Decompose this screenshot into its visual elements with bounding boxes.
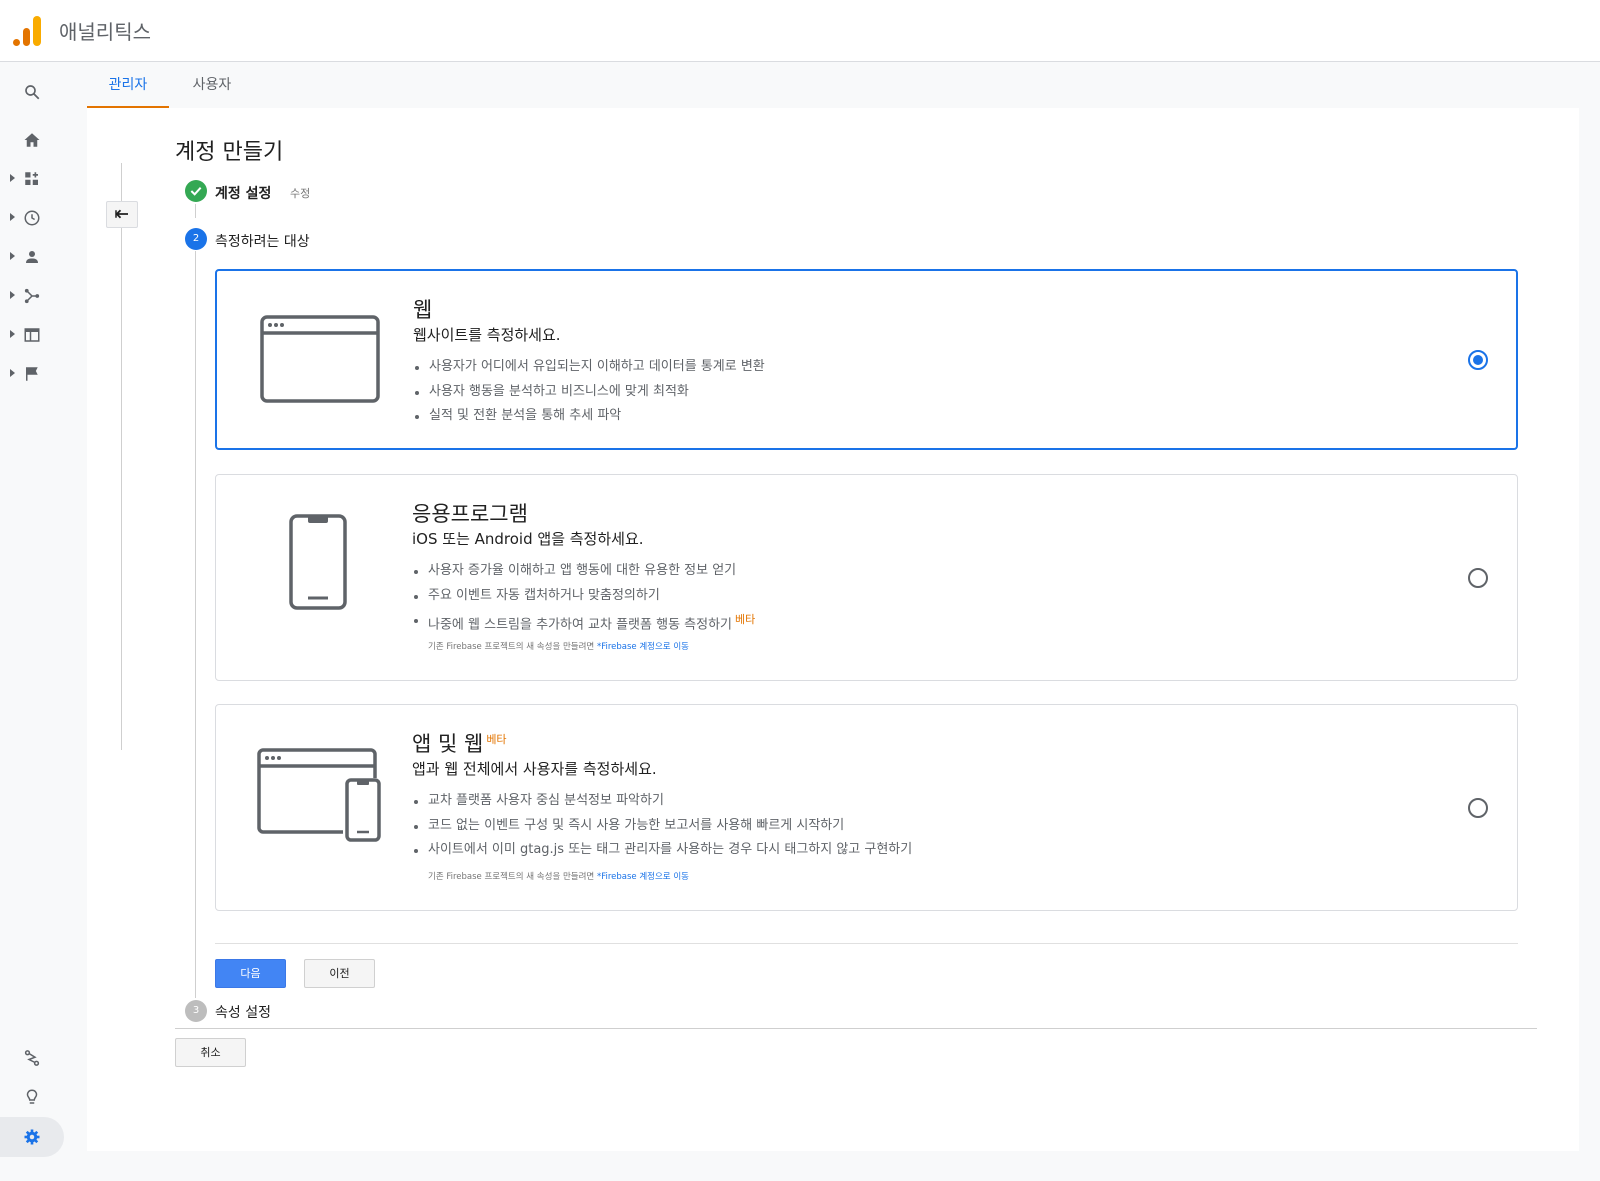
firebase-link[interactable]: *Firebase 계정으로 이동 [597, 642, 689, 652]
option-subtitle: 웹사이트를 측정하세요. [413, 326, 561, 344]
top-bar: 애널리틱스 [0, 0, 1600, 62]
list-item: 교차 플랫폼 사용자 중심 분석정보 파악하기 [412, 789, 912, 814]
step-connector [195, 251, 196, 998]
firebase-note-text: 기존 Firebase 프로젝트의 새 속성을 만들려면 [428, 642, 597, 652]
tab-user[interactable]: 사용자 [177, 62, 247, 108]
tab-admin[interactable]: 관리자 [87, 62, 169, 108]
attribution-nav-item[interactable] [0, 1038, 66, 1078]
main-content: 관리자 사용자 계정 만들기 계정 설정 수정 2 측정하려는 대상 웹 웹사이… [66, 62, 1600, 1181]
step-2-number-badge: 2 [185, 228, 207, 250]
attribution-icon [24, 1050, 40, 1066]
create-account-panel: 계정 만들기 계정 설정 수정 2 측정하려는 대상 웹 웹사이트를 측정하세요… [87, 108, 1579, 1151]
step-3-number-badge: 3 [185, 1000, 207, 1022]
list-item: 코드 없는 이벤트 구성 및 즉시 사용 가능한 보고서를 사용해 빠르게 시작… [412, 814, 912, 839]
step-2-label: 측정하려는 대상 [215, 234, 310, 250]
next-button[interactable]: 다음 [215, 959, 286, 988]
list-item-text: 나중에 웹 스트림을 추가하여 교차 플랫폼 행동 측정하기 [428, 617, 733, 633]
search-nav-item[interactable] [0, 72, 66, 112]
beta-badge: 베타 [486, 733, 507, 746]
cancel-button[interactable]: 취소 [175, 1038, 246, 1067]
option-title: 앱 및 웹 베타 [412, 728, 507, 758]
acquisition-icon [24, 288, 40, 304]
steps-bottom-divider [175, 1028, 1537, 1029]
option-title: 응용프로그램 [412, 502, 528, 526]
browser-and-phone-icon [257, 748, 381, 842]
beta-badge: 베타 [735, 613, 756, 626]
customization-nav-item[interactable] [0, 159, 66, 199]
realtime-icon [24, 210, 40, 226]
list-item: 주요 이벤트 자동 캡처하거나 맞춤정의하기 [412, 584, 755, 609]
panel-divider-line [121, 163, 122, 750]
previous-button[interactable]: 이전 [304, 959, 375, 988]
back-arrow-icon [115, 209, 128, 219]
list-item: 사이트에서 이미 gtag.js 또는 태그 관리자를 사용하는 경우 다시 태… [412, 838, 912, 863]
phone-icon [289, 514, 347, 610]
home-icon [24, 133, 40, 147]
conversions-nav-item[interactable] [0, 354, 66, 394]
realtime-nav-item[interactable] [0, 198, 66, 238]
discover-nav-item[interactable] [0, 1077, 66, 1117]
option-title-text: 앱 및 웹 [412, 732, 484, 756]
list-item: 사용자가 어디에서 유입되는지 이해하고 데이터를 통계로 변환 [413, 355, 765, 380]
behavior-icon [24, 328, 40, 342]
option-card-web[interactable]: 웹 웹사이트를 측정하세요. 사용자가 어디에서 유입되는지 이해하고 데이터를… [215, 269, 1518, 450]
audience-icon [26, 251, 38, 263]
option-card-app-and-web[interactable]: 앱 및 웹 베타 앱과 웹 전체에서 사용자를 측정하세요. 교차 플랫폼 사용자… [215, 704, 1518, 911]
option-card-app[interactable]: 응용프로그램 iOS 또는 Android 앱을 측정하세요. 사용자 증가율 … [215, 474, 1518, 681]
option-subtitle: iOS 또는 Android 앱을 측정하세요. [412, 530, 644, 548]
firebase-link[interactable]: *Firebase 계정으로 이동 [597, 872, 689, 882]
acquisition-nav-item[interactable] [0, 276, 66, 316]
option-radio-app[interactable] [1468, 568, 1488, 588]
list-item: 사용자 증가율 이해하고 앱 행동에 대한 유용한 정보 얻기 [412, 559, 755, 584]
left-nav [0, 62, 66, 1181]
step-connector [195, 204, 196, 218]
audience-nav-item[interactable] [0, 237, 66, 277]
browser-window-icon [260, 315, 380, 403]
option-bullet-list: 사용자 증가율 이해하고 앱 행동에 대한 유용한 정보 얻기 주요 이벤트 자… [412, 559, 755, 633]
step-1-complete-icon [185, 180, 207, 202]
search-icon [25, 85, 40, 100]
app-title: 애널리틱스 [59, 20, 151, 44]
step-actions-divider [215, 943, 1518, 944]
option-radio-web[interactable] [1468, 350, 1488, 370]
back-button[interactable] [106, 201, 138, 228]
step-1-label: 계정 설정 [215, 186, 272, 202]
admin-gear-icon [24, 1129, 40, 1145]
page-title: 계정 만들기 [175, 140, 284, 165]
step-3-label: 속성 설정 [215, 1005, 271, 1021]
list-item: 나중에 웹 스트림을 추가하여 교차 플랫폼 행동 측정하기 베타 [412, 608, 755, 633]
home-nav-item[interactable] [0, 120, 66, 160]
firebase-note-text: 기존 Firebase 프로젝트의 새 속성을 만들려면 [428, 872, 597, 882]
firebase-note: 기존 Firebase 프로젝트의 새 속성을 만들려면 *Firebase 계… [428, 870, 689, 882]
step-1-edit-link[interactable]: 수정 [290, 185, 310, 201]
list-item: 실적 및 전환 분석을 통해 추세 파악 [413, 404, 765, 429]
behavior-nav-item[interactable] [0, 315, 66, 355]
option-bullet-list: 사용자가 어디에서 유입되는지 이해하고 데이터를 통계로 변환 사용자 행동을… [413, 355, 765, 429]
customization-icon [25, 172, 38, 185]
firebase-note: 기존 Firebase 프로젝트의 새 속성을 만들려면 *Firebase 계… [428, 640, 689, 652]
option-subtitle: 앱과 웹 전체에서 사용자를 측정하세요. [412, 760, 657, 778]
analytics-logo-icon[interactable] [13, 16, 41, 46]
discover-icon [26, 1089, 38, 1104]
option-title: 웹 [413, 298, 433, 322]
admin-nav-item[interactable] [0, 1117, 64, 1157]
list-item: 사용자 행동을 분석하고 비즈니스에 맞게 최적화 [413, 380, 765, 405]
option-radio-app-and-web[interactable] [1468, 798, 1488, 818]
option-bullet-list: 교차 플랫폼 사용자 중심 분석정보 파악하기 코드 없는 이벤트 구성 및 즉… [412, 789, 912, 863]
conversions-icon [26, 367, 38, 381]
